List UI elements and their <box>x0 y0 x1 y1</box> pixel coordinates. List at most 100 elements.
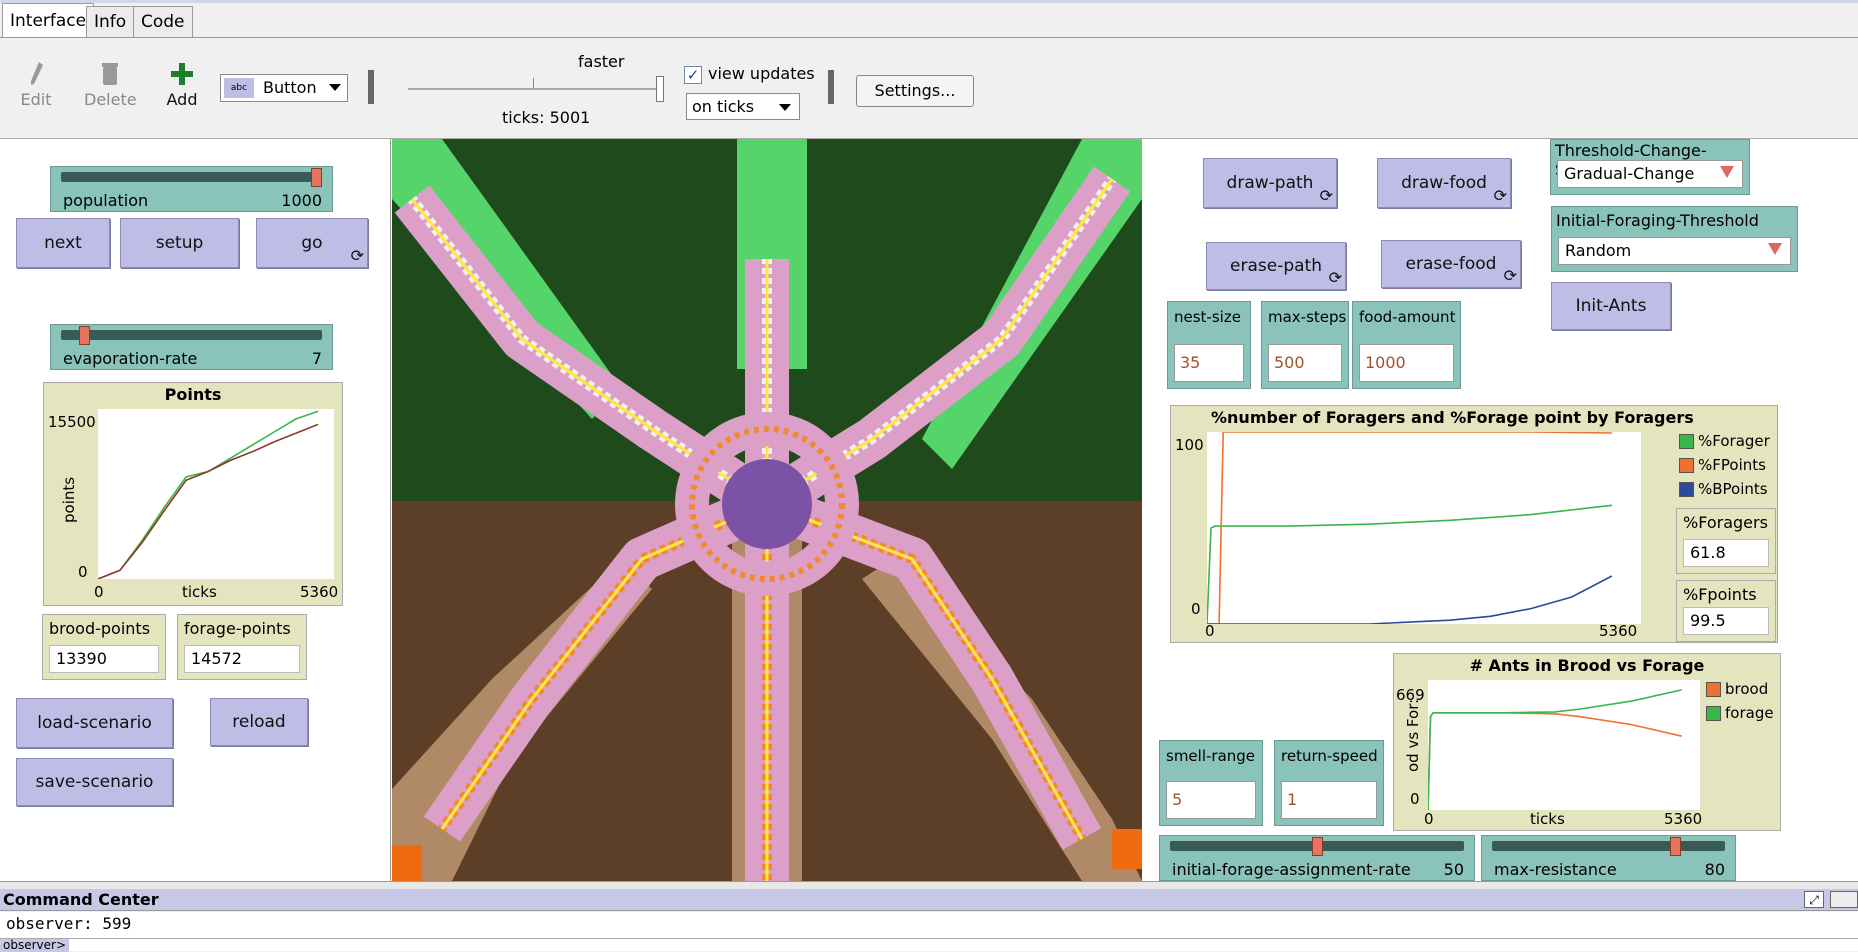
initial-foraging-threshold-chooser[interactable]: Initial-Foraging-Threshold Random <box>1551 206 1798 272</box>
forage-points-monitor: forage-points 14572 <box>177 614 307 680</box>
y-axis-label: points <box>60 476 78 523</box>
dropdown-arrow-icon <box>1768 243 1782 255</box>
series-line-0 <box>97 410 319 580</box>
speed-label: faster <box>578 52 625 71</box>
chooser-value: Random <box>1558 237 1791 265</box>
y-axis-label: od vs For: <box>1404 698 1422 772</box>
expand-icon[interactable]: ⤢ <box>1804 891 1824 908</box>
clear-button[interactable] <box>1830 891 1858 908</box>
chevron-down-icon <box>779 104 791 111</box>
command-input-row[interactable]: observer> <box>0 938 1858 952</box>
points-chart <box>97 410 319 580</box>
erase-food-button[interactable]: erase-food ⟳ <box>1381 240 1521 288</box>
chevron-down-icon <box>329 84 341 91</box>
max-steps-input[interactable]: max-steps 500 <box>1261 301 1349 389</box>
foragers-chart <box>1206 431 1613 625</box>
widget-type-dropdown[interactable]: abc Button <box>220 74 348 102</box>
population-slider[interactable]: population 1000 <box>50 166 333 212</box>
slider-track <box>61 330 322 340</box>
brood-forage-chart <box>1427 689 1682 811</box>
slider-label: evaporation-rate <box>63 349 198 368</box>
evaporation-rate-slider[interactable]: evaporation-rate 7 <box>50 324 333 370</box>
smell-range-input[interactable]: smell-range 5 <box>1159 740 1263 826</box>
init-ants-button[interactable]: Init-Ants <box>1551 282 1671 330</box>
y-max-label: 100 <box>1175 436 1204 454</box>
observer-prompt[interactable]: observer> <box>0 939 69 952</box>
tab-info[interactable]: Info <box>86 6 135 37</box>
slider-value: 80 <box>1704 860 1725 879</box>
button-label: erase-path <box>1230 256 1322 276</box>
food-amount-input[interactable]: food-amount 1000 <box>1352 301 1461 389</box>
edit-tool[interactable]: Edit <box>16 60 56 109</box>
slider-knob[interactable] <box>78 326 90 345</box>
load-scenario-button[interactable]: load-scenario <box>16 698 173 748</box>
widget-type-value: Button <box>263 78 317 97</box>
setup-button[interactable]: setup <box>120 218 239 268</box>
button-label: erase-food <box>1405 254 1497 274</box>
speed-slider-track[interactable] <box>408 88 660 90</box>
slider-knob[interactable] <box>1311 837 1323 856</box>
toolbar-separator <box>828 70 834 104</box>
update-mode-dropdown[interactable]: on ticks <box>686 93 800 120</box>
tab-code[interactable]: Code <box>133 6 193 37</box>
slider-knob[interactable] <box>1669 837 1681 856</box>
button-label: next <box>44 233 82 253</box>
output-line: observer: 599 <box>6 914 132 933</box>
x-min-label: 0 <box>1424 810 1434 828</box>
input-value[interactable]: 500 <box>1268 344 1342 382</box>
legend-swatch <box>1706 705 1721 721</box>
reload-button[interactable]: reload <box>210 698 308 746</box>
delete-tool[interactable]: Delete <box>84 60 137 109</box>
monitor-label: brood-points <box>49 619 151 638</box>
series-line-1 <box>97 423 319 580</box>
slider-knob[interactable] <box>311 168 322 187</box>
input-value[interactable]: 1000 <box>1359 344 1454 382</box>
tick-counter: ticks: 5001 <box>502 108 591 127</box>
add-tool[interactable]: Add <box>164 60 200 109</box>
pencil-icon <box>16 60 56 90</box>
monitor-value: 61.8 <box>1683 539 1769 567</box>
button-label: load-scenario <box>37 713 152 733</box>
toolbar-separator <box>368 70 374 104</box>
input-value[interactable]: 5 <box>1166 781 1256 819</box>
erase-path-button[interactable]: erase-path ⟳ <box>1206 242 1346 290</box>
input-value[interactable]: 1 <box>1281 781 1377 819</box>
forever-icon: ⟳ <box>1503 266 1517 285</box>
legend-item: brood <box>1706 680 1768 698</box>
return-speed-input[interactable]: return-speed 1 <box>1274 740 1384 826</box>
series-line-%BPoints <box>1207 575 1613 625</box>
series-line-%FPoints <box>1207 431 1612 625</box>
pct-foragers-monitor: %Foragers 61.8 <box>1676 508 1776 574</box>
next-button[interactable]: next <box>16 218 110 268</box>
button-label: setup <box>155 233 204 253</box>
view-updates-checkbox[interactable]: ✓ <box>684 66 702 84</box>
x-min-label: 0 <box>94 583 104 601</box>
threshold-change-scheme-chooser[interactable]: Threshold-Change-Scheme Gradual-Change <box>1550 139 1750 195</box>
world-view[interactable] <box>392 139 1142 881</box>
legend-label: brood <box>1725 680 1769 698</box>
tab-interface[interactable]: Interface <box>2 3 95 38</box>
forever-icon: ⟳ <box>1328 268 1342 287</box>
trash-icon <box>84 60 136 90</box>
draw-food-button[interactable]: draw-food ⟳ <box>1377 158 1511 208</box>
plus-icon <box>164 60 200 90</box>
button-label: save-scenario <box>35 772 154 792</box>
save-scenario-button[interactable]: save-scenario <box>16 758 173 806</box>
max-resistance-slider[interactable]: max-resistance 80 <box>1481 835 1736 881</box>
legend-swatch <box>1679 457 1694 473</box>
legend-swatch <box>1706 681 1721 697</box>
plot-title: %number of Foragers and %Forage point by… <box>1211 408 1694 427</box>
speed-slider-handle[interactable] <box>656 76 664 102</box>
legend-swatch <box>1679 433 1694 449</box>
edit-label: Edit <box>20 90 52 109</box>
initial-forage-assignment-rate-slider[interactable]: initial-forage-assignment-rate 50 <box>1159 835 1475 881</box>
x-max-label: 5360 <box>1599 622 1638 640</box>
draw-path-button[interactable]: draw-path ⟳ <box>1203 158 1337 208</box>
y-min-label: 0 <box>1191 600 1201 618</box>
splitter-bar[interactable] <box>0 881 1858 889</box>
input-value[interactable]: 35 <box>1174 344 1244 382</box>
chooser-value: Gradual-Change <box>1557 160 1743 188</box>
settings-button[interactable]: Settings... <box>856 75 974 107</box>
nest-size-input[interactable]: nest-size 35 <box>1167 301 1251 389</box>
go-button[interactable]: go ⟳ <box>256 218 368 268</box>
